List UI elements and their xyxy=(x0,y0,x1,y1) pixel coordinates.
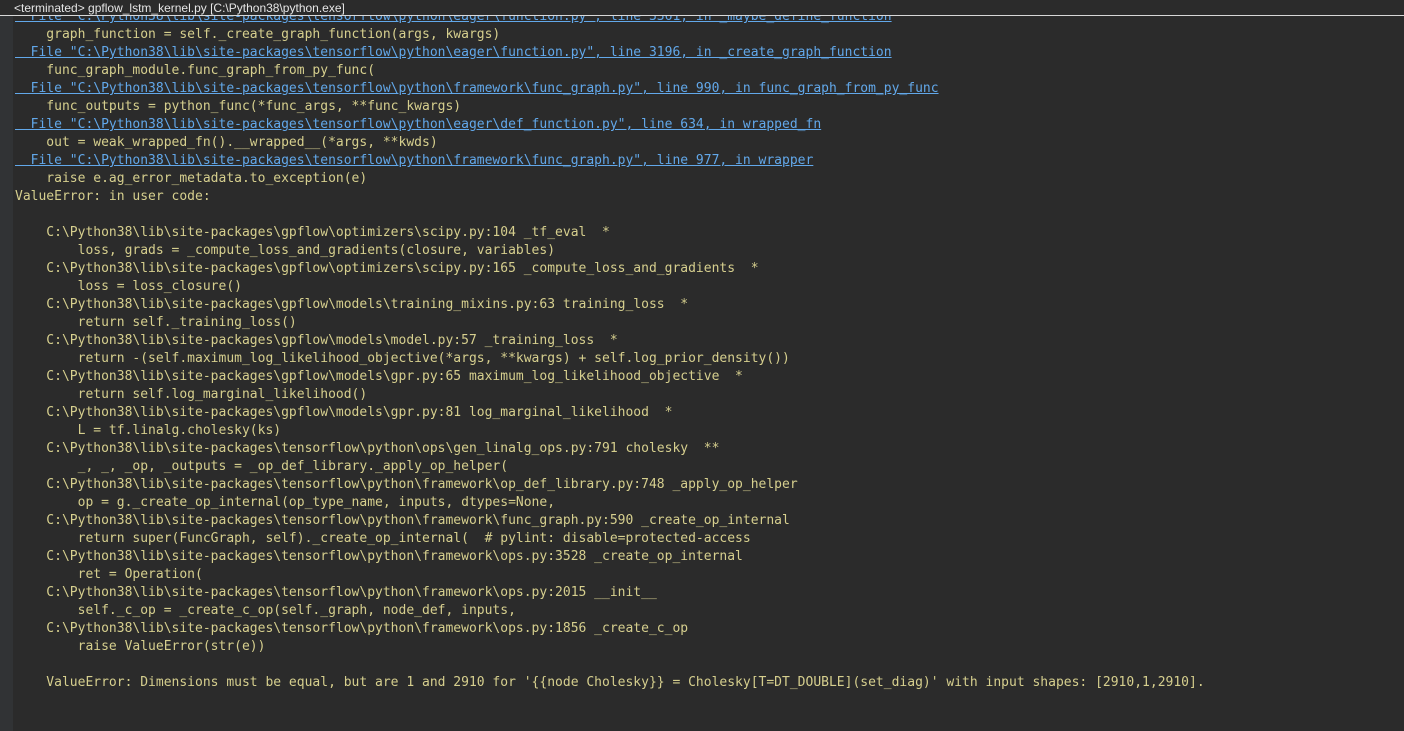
console-line: C:\Python38\lib\site-packages\tensorflow… xyxy=(15,441,720,456)
console-title: <terminated> gpflow_lstm_kernel.py [C:\P… xyxy=(14,1,345,15)
stack-trace-file-link[interactable]: File "C:\Python38\lib\site-packages\tens… xyxy=(15,152,1404,170)
console-line: return self.log_marginal_likelihood() xyxy=(15,387,368,402)
console-line: C:\Python38\lib\site-packages\tensorflow… xyxy=(15,621,689,636)
console-line: func_outputs = python_func(*func_args, *… xyxy=(15,99,462,114)
console-line: graph_function = self._create_graph_func… xyxy=(15,27,501,42)
stack-trace-file-link[interactable]: File "C:\Python38\lib\site-packages\tens… xyxy=(15,80,1404,98)
console-output[interactable]: File "C:\Python38\lib\site-packages\tens… xyxy=(15,8,1404,692)
console-line: return super(FuncGraph, self)._create_op… xyxy=(15,531,751,546)
console-line: raise e.ag_error_metadata.to_exception(e… xyxy=(15,171,368,186)
console-line: L = tf.linalg.cholesky(ks) xyxy=(15,423,282,438)
console-line: return self._training_loss() xyxy=(15,315,297,330)
console-line: C:\Python38\lib\site-packages\gpflow\opt… xyxy=(15,261,759,276)
console-line: out = weak_wrapped_fn().__wrapped__(*arg… xyxy=(15,135,438,150)
console-line: C:\Python38\lib\site-packages\gpflow\mod… xyxy=(15,297,689,312)
console-line: ValueError: in user code: xyxy=(15,189,211,204)
console-gutter xyxy=(0,16,13,731)
console-line: C:\Python38\lib\site-packages\gpflow\opt… xyxy=(15,225,610,240)
console-line: self._c_op = _create_c_op(self._graph, n… xyxy=(15,603,516,618)
console-line: op = g._create_op_internal(op_type_name,… xyxy=(15,495,556,510)
console-line: C:\Python38\lib\site-packages\tensorflow… xyxy=(15,513,790,528)
console-line: C:\Python38\lib\site-packages\gpflow\mod… xyxy=(15,405,673,420)
console-line: raise ValueError(str(e)) xyxy=(15,639,266,654)
console-line: _, _, _op, _outputs = _op_def_library._a… xyxy=(15,459,509,474)
console-line: func_graph_module.func_graph_from_py_fun… xyxy=(15,63,376,78)
console-line: ret = Operation( xyxy=(15,567,203,582)
stack-trace-file-link[interactable]: File "C:\Python38\lib\site-packages\tens… xyxy=(15,44,1404,62)
console-line: C:\Python38\lib\site-packages\gpflow\mod… xyxy=(15,369,743,384)
console-line: C:\Python38\lib\site-packages\tensorflow… xyxy=(15,585,657,600)
stack-trace-file-link[interactable]: File "C:\Python38\lib\site-packages\tens… xyxy=(15,116,1404,134)
console-line: loss, grads = _compute_loss_and_gradient… xyxy=(15,243,556,258)
console-line: C:\Python38\lib\site-packages\tensorflow… xyxy=(15,477,798,492)
console-line: C:\Python38\lib\site-packages\gpflow\mod… xyxy=(15,333,618,348)
console-line: C:\Python38\lib\site-packages\tensorflow… xyxy=(15,549,743,564)
console-line: return -(self.maximum_log_likelihood_obj… xyxy=(15,351,790,366)
console-title-bar: <terminated> gpflow_lstm_kernel.py [C:\P… xyxy=(0,0,1404,16)
console-line: ValueError: Dimensions must be equal, bu… xyxy=(15,675,1205,690)
console-line: loss = loss_closure() xyxy=(15,279,242,294)
